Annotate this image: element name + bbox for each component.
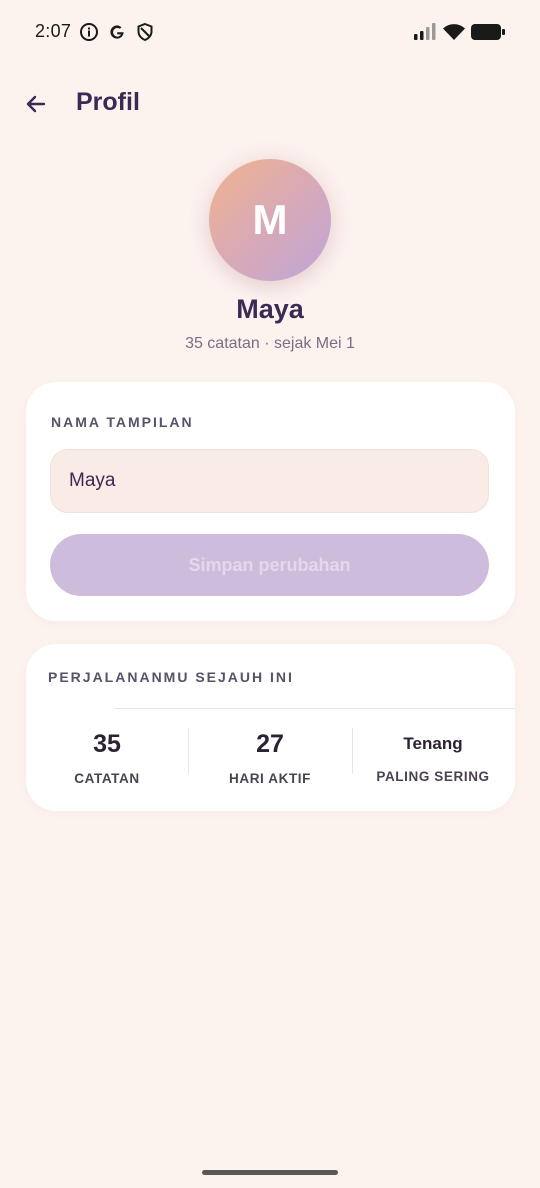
home-indicator[interactable]: [202, 1170, 338, 1175]
status-time: 2:07: [35, 21, 72, 41]
status-bar: 2:07: [0, 0, 540, 64]
avatar: M: [209, 159, 331, 281]
arrow-left-icon: [24, 92, 48, 121]
wifi-icon: [442, 22, 466, 42]
signal-icon: [413, 22, 437, 42]
stat-value: 35: [93, 730, 121, 758]
profile-meta: 35 catatan · sejak Mei 1: [185, 335, 355, 352]
stat-notes: 35 CATATAN: [26, 728, 188, 786]
avatar-initial: M: [252, 196, 288, 243]
back-button[interactable]: [14, 84, 58, 128]
save-changes-label: Simpan perubahan: [188, 554, 351, 575]
stat-most-frequent: Tenang PALING SERING: [352, 728, 514, 784]
display-name-input[interactable]: Maya: [50, 449, 489, 513]
page-title: Profil: [76, 88, 140, 116]
battery-icon: [470, 22, 506, 42]
stat-label: PALING SERING: [376, 769, 490, 784]
display-name-value: Maya: [69, 470, 116, 491]
stats-divider: [114, 708, 515, 709]
journey-label: PERJALANANMU SEJAUH INI: [48, 669, 294, 685]
display-name-card: NAMA TAMPILAN Maya Simpan perubahan: [26, 382, 515, 621]
info-icon: [79, 22, 99, 42]
journey-stats-card: PERJALANANMU SEJAUH INI 35 CATATAN 27 HA…: [26, 644, 515, 811]
stat-active-days: 27 HARI AKTIF: [189, 728, 351, 786]
stat-value: 27: [256, 730, 284, 758]
profile-name: Maya: [236, 294, 304, 324]
stat-value: Tenang: [403, 734, 463, 753]
display-name-label: NAMA TAMPILAN: [51, 414, 194, 430]
shield-icon: [135, 22, 155, 42]
google-icon: [107, 22, 127, 42]
save-changes-button[interactable]: Simpan perubahan: [50, 534, 489, 596]
stat-label: CATATAN: [74, 771, 140, 786]
stat-label: HARI AKTIF: [229, 771, 311, 786]
